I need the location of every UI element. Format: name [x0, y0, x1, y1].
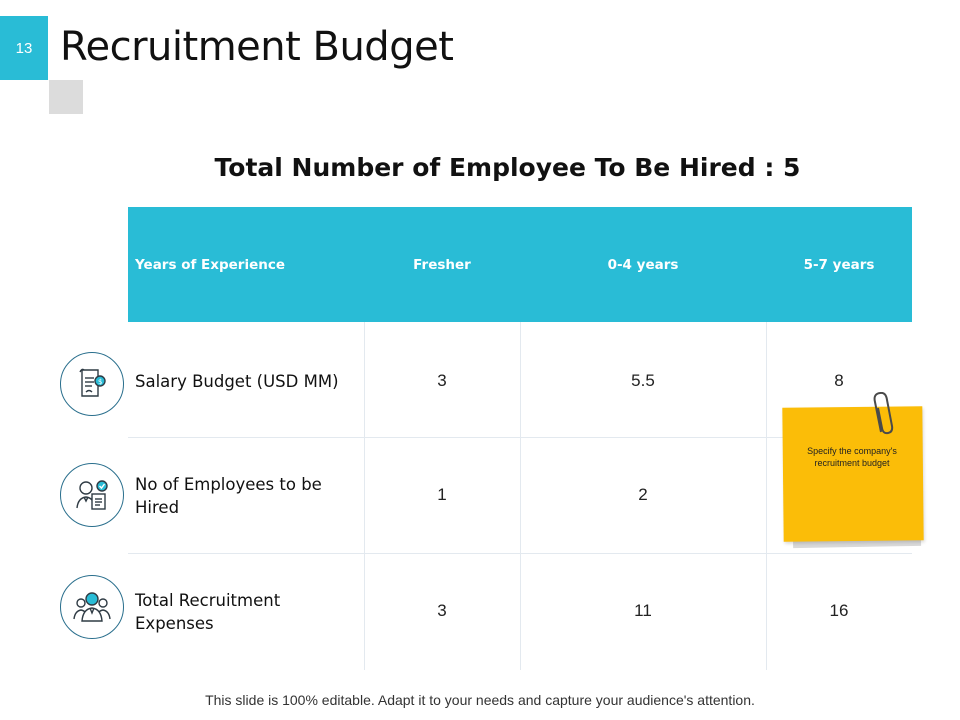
row-label-total-expenses: Total Recruitment Expenses	[135, 591, 281, 633]
cell-salary-fresher: 3	[437, 371, 447, 390]
row-label-salary-budget: Salary Budget (USD MM)	[135, 371, 339, 391]
row-label-employees-hired: No of Employees to be Hired	[135, 475, 322, 517]
table-header: Years of Experience Fresher 0-4 years 5-…	[128, 207, 912, 322]
header-years-of-experience: Years of Experience	[135, 256, 286, 273]
cell-salary-5-7: 8	[834, 371, 844, 390]
title-decoration	[49, 80, 83, 114]
cell-employees-0-4: 2	[638, 485, 648, 504]
slide-title: Recruitment Budget	[60, 24, 454, 70]
header-0-4-years: 0-4 years	[607, 256, 679, 273]
cell-expenses-0-4: 11	[634, 601, 652, 620]
header-fresher: Fresher	[413, 256, 471, 273]
cell-expenses-fresher: 3	[437, 601, 447, 620]
svg-text:$: $	[98, 378, 102, 386]
salary-document-icon: $	[60, 352, 124, 416]
sticky-note	[782, 406, 924, 542]
sticky-note-text: Specify the company's recruitment budget	[807, 446, 897, 468]
cell-salary-0-4: 5.5	[631, 371, 655, 390]
table-subtitle: Total Number of Employee To Be Hired : 5	[214, 153, 801, 182]
employee-hire-icon	[60, 463, 124, 527]
paperclip-icon	[873, 392, 894, 435]
grid-line	[128, 553, 912, 554]
team-group-icon	[60, 575, 124, 639]
cell-expenses-5-7: 16	[829, 601, 849, 620]
footer-note: This slide is 100% editable. Adapt it to…	[205, 692, 755, 708]
header-5-7-years: 5-7 years	[803, 256, 875, 273]
page-number: 13	[15, 39, 33, 57]
page-number-badge: 13	[0, 16, 48, 80]
cell-employees-fresher: 1	[437, 485, 447, 504]
